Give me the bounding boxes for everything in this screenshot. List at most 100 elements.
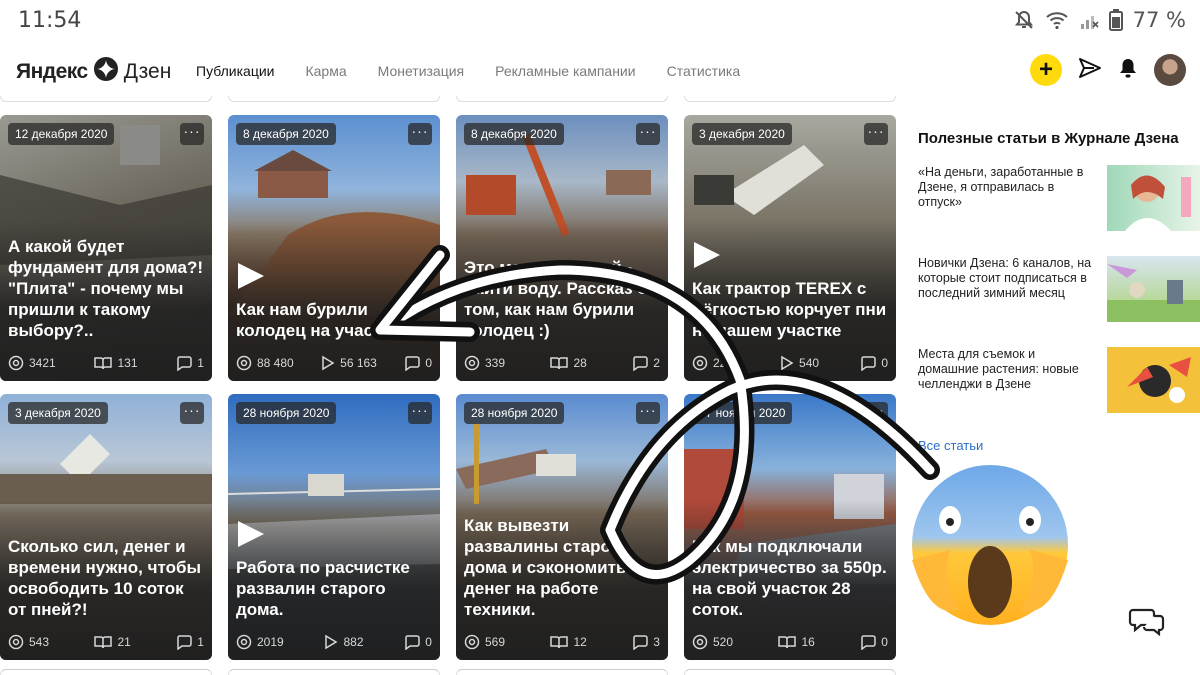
video-play-icon — [238, 521, 264, 547]
views-icon — [464, 634, 480, 650]
publication-date: 28 ноября 2020 — [236, 402, 337, 424]
publication-title[interactable]: Как трактор TEREX с лёгкостью корчует пн… — [692, 278, 888, 341]
user-avatar[interactable] — [1154, 54, 1186, 86]
more-options-button[interactable]: ··· — [636, 402, 660, 424]
notifications-off-icon — [1013, 9, 1035, 31]
next-row-card-edge — [0, 669, 212, 675]
comments-icon — [404, 355, 421, 371]
comments-icon — [632, 355, 649, 371]
publication-card[interactable]: 28 ноября 2020 ··· Как вывезти развалины… — [456, 394, 668, 660]
article-thumbnail[interactable] — [1107, 256, 1200, 322]
publication-title[interactable]: Как мы подключали электричество за 550р.… — [692, 536, 888, 620]
comments-count: 3 — [653, 635, 660, 649]
article-thumbnail[interactable] — [1107, 165, 1200, 231]
comments-icon — [632, 634, 649, 650]
more-options-button[interactable]: ··· — [408, 402, 432, 424]
video-play-icon — [694, 242, 720, 268]
article-title[interactable]: Новички Дзена: 6 каналов, на которые сто… — [918, 256, 1096, 301]
views-count: 543 — [29, 635, 50, 649]
status-icons: 77 % — [1013, 8, 1186, 32]
sidebar-article[interactable]: Места для съемок и домашние растения: но… — [918, 347, 1200, 413]
publication-card[interactable]: 8 декабря 2020 ··· Как нам бурили колоде… — [228, 115, 440, 381]
tab-ad-campaigns[interactable]: Рекламные кампании — [495, 63, 635, 79]
publication-stats: 520 16 0 — [692, 634, 888, 650]
publication-stats: 88 480 56 163 0 — [236, 355, 432, 371]
publication-stats: 3421 131 1 — [8, 355, 204, 371]
more-options-button[interactable]: ··· — [408, 123, 432, 145]
plays-icon — [780, 355, 794, 371]
more-options-button[interactable]: ··· — [636, 123, 660, 145]
plays-icon — [324, 634, 338, 650]
publication-title[interactable]: Как нам бурили колодец на участке — [236, 299, 432, 341]
zen-star-icon — [93, 57, 118, 87]
comments-count: 0 — [881, 635, 888, 649]
publication-date: 8 декабря 2020 — [236, 123, 336, 145]
next-row-card-edge — [684, 669, 896, 675]
publication-card[interactable]: 3 декабря 2020 ··· Сколько сил, денег и … — [0, 394, 212, 660]
comments-icon — [860, 634, 877, 650]
wifi-icon — [1045, 10, 1069, 30]
status-time: 11:54 — [18, 8, 82, 33]
article-thumbnail[interactable] — [1107, 347, 1200, 413]
publication-title[interactable]: Сколько сил, денег и времени нужно, чтоб… — [8, 536, 204, 620]
reads-icon — [94, 635, 113, 649]
views-icon — [8, 355, 24, 371]
add-publication-button[interactable]: + — [1030, 54, 1062, 86]
views-icon — [236, 355, 252, 371]
publication-date: 3 декабря 2020 — [692, 123, 792, 145]
publication-card[interactable]: 12 декабря 2020 ··· А какой будет фундам… — [0, 115, 212, 381]
publication-title[interactable]: А какой будет фундамент для дома?! "Плит… — [8, 236, 204, 341]
previous-row-card-edge — [228, 96, 440, 102]
views-count: 569 — [485, 635, 506, 649]
video-play-icon — [238, 263, 264, 289]
more-options-button[interactable]: ··· — [180, 123, 204, 145]
yandex-zen-logo[interactable]: Яндекс Дзен — [16, 57, 171, 87]
battery-percent: 77 % — [1132, 8, 1186, 32]
sidebar-article[interactable]: Новички Дзена: 6 каналов, на которые сто… — [918, 256, 1200, 322]
send-icon[interactable] — [1078, 57, 1102, 84]
top-nav: Яндекс Дзен Публикации Карма Монетизация… — [0, 48, 1200, 96]
publication-stats: 339 28 2 — [464, 355, 660, 371]
more-options-button[interactable]: ··· — [864, 402, 888, 424]
views-count: 2019 — [257, 635, 284, 649]
publication-date: 12 декабря 2020 — [8, 123, 115, 145]
publication-date: 8 декабря 2020 — [464, 123, 564, 145]
bell-icon[interactable] — [1118, 57, 1138, 84]
publication-card[interactable]: 8 декабря 2020 ··· Это может каждый - на… — [456, 115, 668, 381]
next-row-card-edge — [456, 669, 668, 675]
all-articles-link[interactable]: Все статьи — [918, 438, 983, 453]
publications-feed: 12 декабря 2020 ··· А какой будет фундам… — [0, 96, 900, 675]
comments-icon — [176, 634, 193, 650]
views-icon — [464, 355, 480, 371]
comments-icon — [176, 355, 193, 371]
article-title[interactable]: «На деньги, заработанные в Дзене, я отпр… — [918, 165, 1096, 210]
publication-card[interactable]: 28 ноября 2020 ··· Работа по расчистке р… — [228, 394, 440, 660]
views-count: 3421 — [29, 356, 56, 370]
publication-title[interactable]: Работа по расчистке развалин старого дом… — [236, 557, 432, 620]
publication-stats: 2019 882 0 — [236, 634, 432, 650]
publication-card[interactable]: 3 декабря 2020 ··· Как трактор TEREX с л… — [684, 115, 896, 381]
article-title[interactable]: Места для съемок и домашние растения: но… — [918, 347, 1096, 392]
more-options-button[interactable]: ··· — [180, 402, 204, 424]
views-count: 88 480 — [257, 356, 294, 370]
publication-stats: 2211 540 0 — [692, 355, 888, 371]
publication-stats: 569 12 3 — [464, 634, 660, 650]
reads-count: 28 — [573, 356, 587, 370]
tab-monetization[interactable]: Монетизация — [378, 63, 465, 79]
reads-count: 21 — [117, 635, 131, 649]
comments-count: 1 — [197, 356, 204, 370]
plays-count: 540 — [799, 356, 820, 370]
comments-count: 0 — [425, 635, 432, 649]
publication-date: 27 ноября 2020 — [692, 402, 793, 424]
publication-title[interactable]: Как вывезти развалины старого дома и сэк… — [464, 515, 660, 620]
publication-card[interactable]: 27 ноября 2020 ··· Как мы подключали эле… — [684, 394, 896, 660]
tab-karma[interactable]: Карма — [305, 63, 346, 79]
tab-publications[interactable]: Публикации — [196, 63, 274, 79]
comments-count: 0 — [425, 356, 432, 370]
tab-statistics[interactable]: Статистика — [667, 63, 741, 79]
publication-title[interactable]: Это может каждый - найти воду. Рассказ о… — [464, 257, 660, 341]
chat-button[interactable] — [1127, 602, 1167, 642]
sidebar-article[interactable]: «На деньги, заработанные в Дзене, я отпр… — [918, 165, 1200, 231]
more-options-button[interactable]: ··· — [864, 123, 888, 145]
reads-icon — [94, 356, 113, 370]
